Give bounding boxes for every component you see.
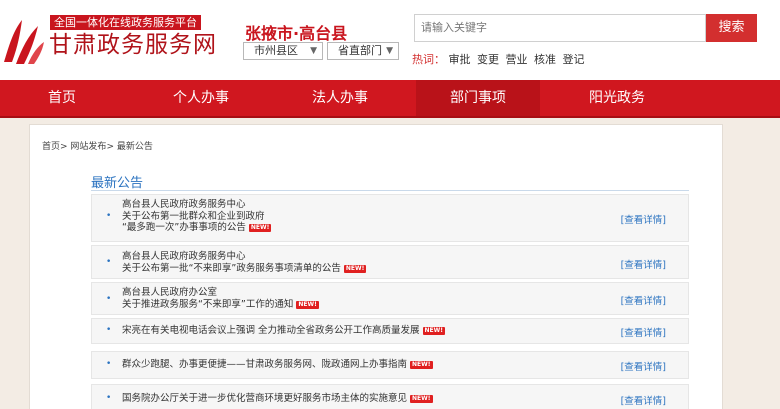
hot-word-link[interactable]: 登记 [563,53,585,66]
divider [91,190,689,191]
section-title: 最新公告 [91,176,144,191]
platform-slogan: 全国一体化在线政务服务平台 [50,15,201,30]
notice-title-link[interactable]: 国务院办公厅关于进一步优化营商环境更好服务市场主体的实施意见 NEW! [122,393,433,405]
hot-words-label: 热词： [412,53,445,66]
notice-title-link[interactable]: 宋亮在有关电视电话会议上强调 全力推动全省政务公开工作高质量发展 NEW! [122,325,446,337]
nav-item-sunshine-gov[interactable]: 阳光政务 [555,80,679,116]
hot-word-link[interactable]: 营业 [506,53,528,66]
header: 全国一体化在线政务服务平台 甘肃政务服务网 张掖市·高台县 市州县区 ▼ 省直部… [0,0,780,80]
content-panel: 首页> 网站发布> 最新公告 最新公告 • 高台县人民政府政务服务中心 关于公布… [29,124,723,409]
new-badge: NEW! [422,327,446,335]
view-detail-link[interactable]: [查看详情] [621,212,666,226]
main-nav: 首页 个人办事 法人办事 部门事项 阳光政务 [0,80,780,118]
notice-title-link[interactable]: 群众少跑腿、办事更便捷——甘肃政务服务网、陇政通网上办事指南 NEW! [122,359,433,371]
view-detail-link[interactable]: [查看详情] [621,359,666,373]
notice-row: • 高台县人民政府政务服务中心 关于公布第一批“不来即享”政务服务事项清单的公告… [91,245,689,279]
breadcrumb-link[interactable]: 网站发布 [70,142,106,152]
provincial-dept-select-label: 省直部门 [338,44,382,57]
nav-item-personal[interactable]: 个人办事 [139,80,263,116]
new-badge: NEW! [248,224,272,232]
new-badge: NEW! [410,395,433,403]
notice-title-link[interactable]: 高台县人民政府办公室 关于推进政务服务“不来即享”工作的通知 NEW! [122,287,319,310]
hot-word-link[interactable]: 核准 [534,53,556,66]
chevron-down-icon: ▼ [386,46,393,56]
new-badge: NEW! [343,264,367,273]
notice-row: • 高台县人民政府政务服务中心 关于公布第一批群众和企业到政府 “最多跑一次”办… [91,194,689,242]
nav-item-home[interactable]: 首页 [0,80,124,116]
nav-item-department[interactable]: 部门事项 [416,80,540,116]
city-county-select[interactable]: 市州县区 ▼ [243,42,323,60]
city-county-select-label: 市州县区 [254,44,298,57]
nav-item-legal-entity[interactable]: 法人办事 [278,80,402,116]
chevron-down-icon: ▼ [310,46,317,56]
view-detail-link[interactable]: [查看详情] [621,257,666,271]
bullet-icon: • [106,393,112,403]
search-button[interactable]: 搜索 [706,14,757,42]
notice-row: • 国务院办公厅关于进一步优化营商环境更好服务市场主体的实施意见 NEW! [查看… [91,384,689,409]
breadcrumb-link[interactable]: 首页 [42,142,60,152]
new-badge: NEW! [296,300,319,309]
breadcrumb-current: 最新公告 [116,142,153,152]
region-title: 张掖市·高台县 [245,24,348,43]
new-badge: NEW! [410,361,433,369]
breadcrumb: 首页> 网站发布> 最新公告 [42,142,153,152]
search-input[interactable]: 请输入关键字 [414,14,706,42]
bullet-icon: • [106,359,112,369]
bullet-icon: • [106,325,112,335]
site-name[interactable]: 甘肃政务服务网 [49,31,217,59]
gansu-logo-icon[interactable] [0,12,46,68]
view-detail-link[interactable]: [查看详情] [621,325,666,339]
hot-word-link[interactable]: 审批 [449,53,471,66]
notice-row: • 宋亮在有关电视电话会议上强调 全力推动全省政务公开工作高质量发展 NEW! [… [91,318,689,344]
hot-words: 热词： 审批 变更 营业 核准 登记 [412,51,588,67]
hot-word-link[interactable]: 变更 [477,53,499,66]
notice-title-link[interactable]: 高台县人民政府政务服务中心 关于公布第一批“不来即享”政务服务事项清单的公告 NE… [122,251,367,274]
notice-title-link[interactable]: 高台县人民政府政务服务中心 关于公布第一批群众和企业到政府 “最多跑一次”办事事… [122,199,272,234]
notice-row: • 群众少跑腿、办事更便捷——甘肃政务服务网、陇政通网上办事指南 NEW! [查看… [91,351,689,379]
bullet-icon: • [106,257,112,267]
view-detail-link[interactable]: [查看详情] [621,393,666,407]
bullet-icon: • [106,211,112,221]
view-detail-link[interactable]: [查看详情] [621,293,666,307]
provincial-dept-select[interactable]: 省直部门 ▼ [327,42,399,60]
bullet-icon: • [106,294,112,304]
notice-row: • 高台县人民政府办公室 关于推进政务服务“不来即享”工作的通知 NEW! [查看… [91,282,689,315]
